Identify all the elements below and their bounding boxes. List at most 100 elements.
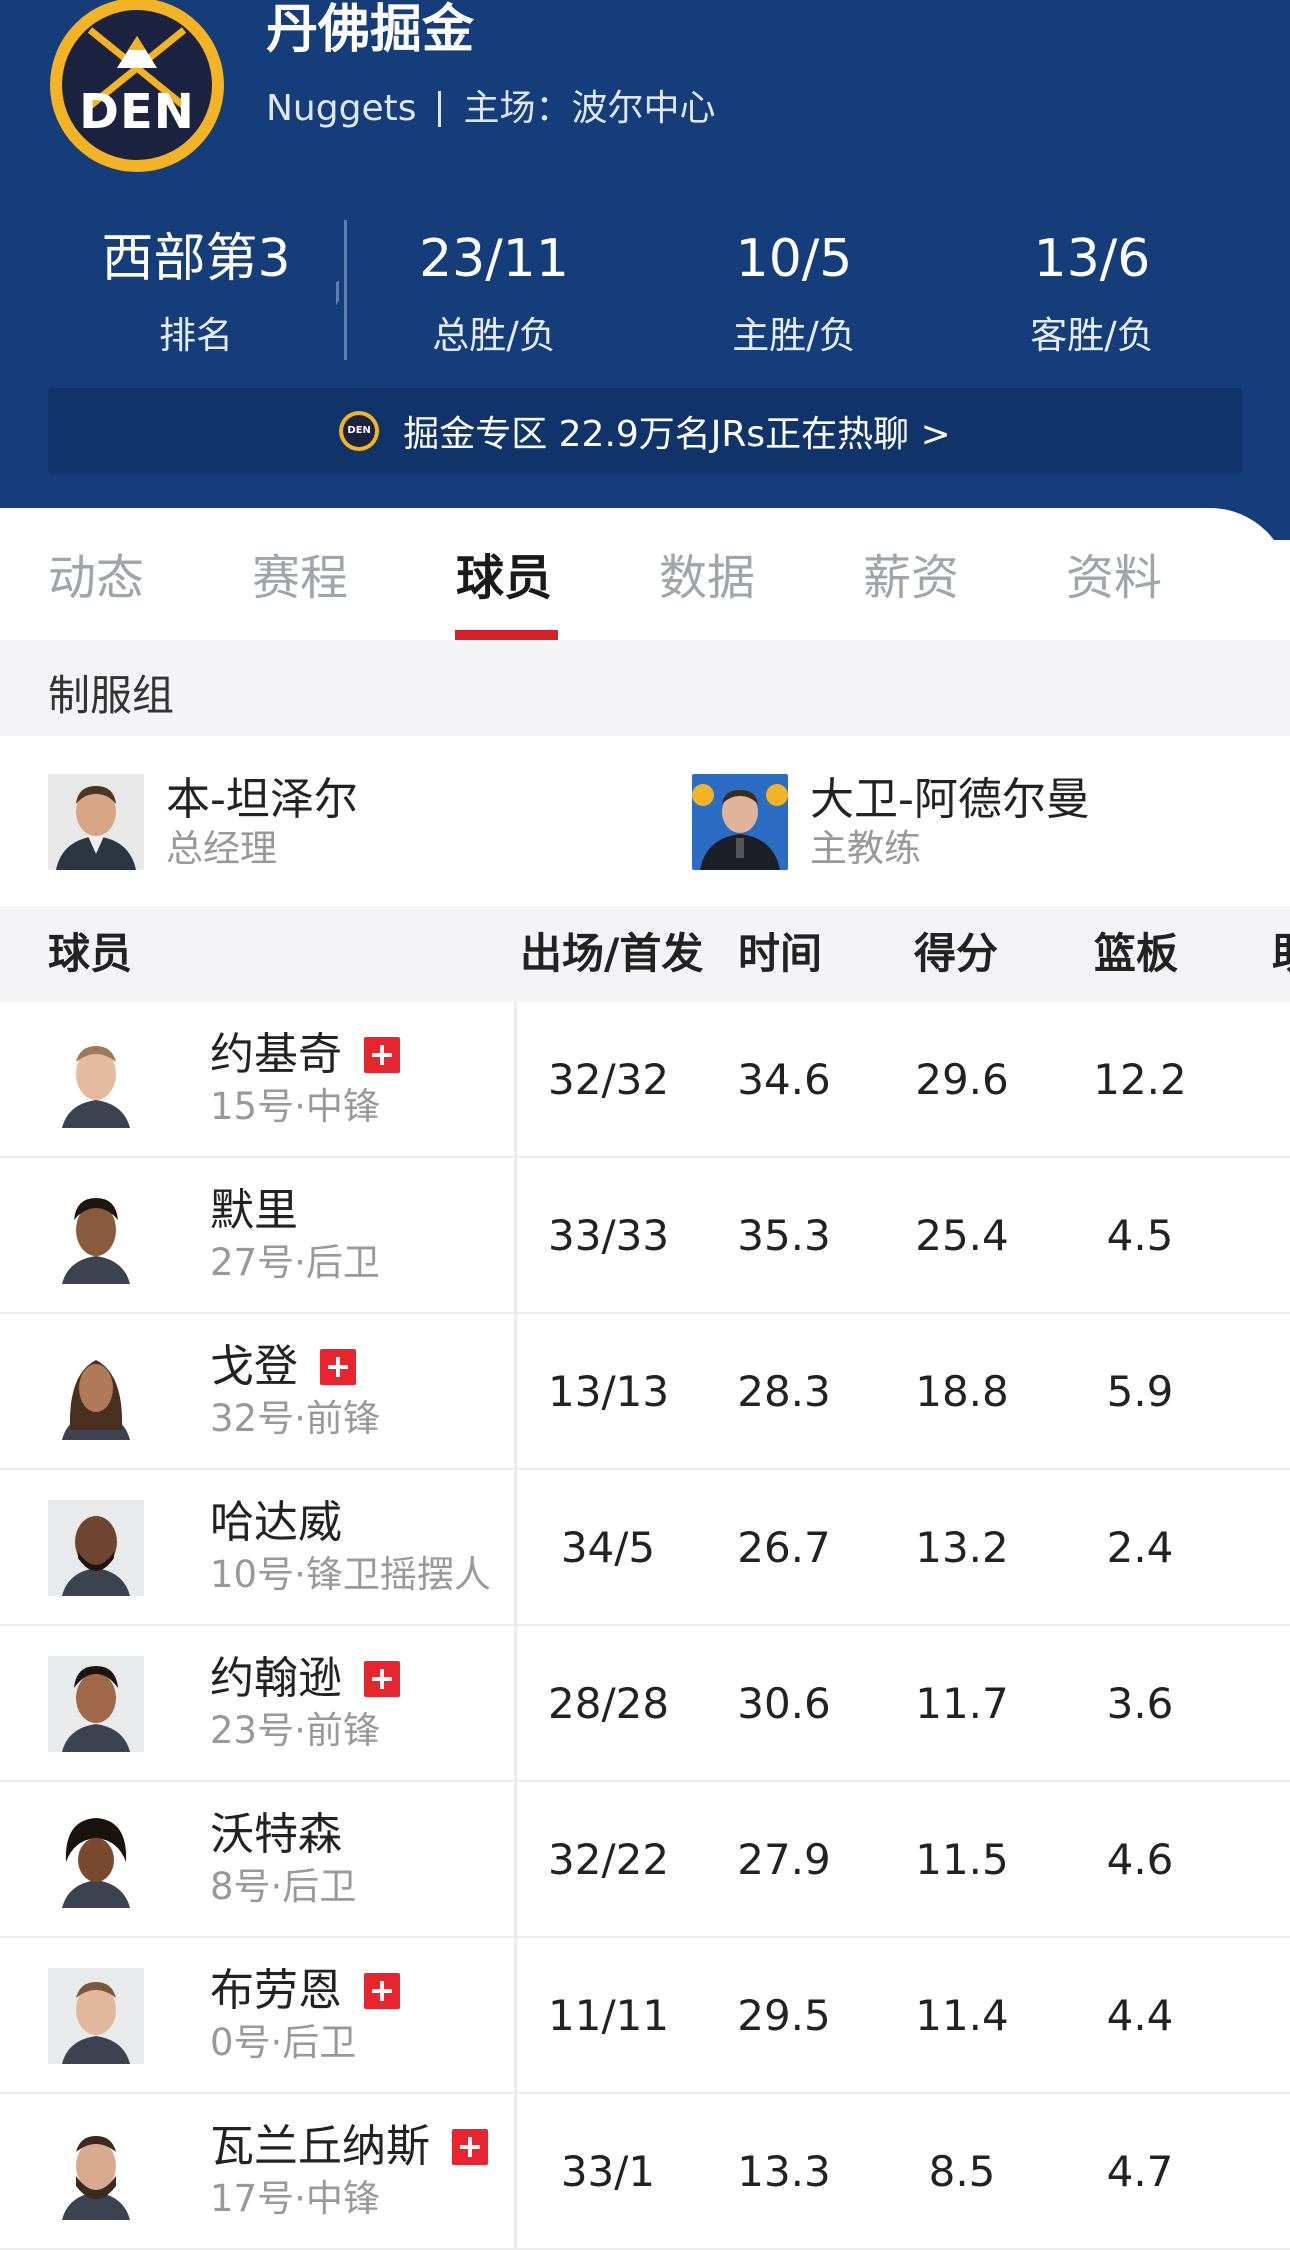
cell-minutes: 30.6 — [737, 1679, 831, 1728]
cell-rebounds: 4.4 — [1106, 1991, 1174, 2040]
table-row[interactable]: 戈登 32号·前锋 13/13 28.3 18.8 5.9 — [0, 1314, 1290, 1470]
cell-rebounds: 4.6 — [1106, 1835, 1174, 1884]
column-divider — [514, 1158, 517, 1314]
player-info: 15号·中锋 — [210, 1085, 380, 1128]
tab-players[interactable]: 球员 — [456, 538, 552, 618]
cell-points: 29.6 — [915, 1055, 1009, 1104]
cell-games: 11/11 — [548, 1991, 670, 2040]
tab-salary[interactable]: 薪资 — [863, 538, 959, 618]
header-assists[interactable]: 助 — [1272, 928, 1290, 980]
cell-minutes: 26.7 — [737, 1523, 831, 1572]
team-name: 丹佛掘金 — [266, 0, 475, 60]
staff-name: 本-坦泽尔 — [166, 774, 358, 825]
table-row[interactable]: 瓦兰丘纳斯 17号·中锋 33/1 13.3 8.5 4.7 — [0, 2094, 1290, 2250]
stat-value: 10/5 — [735, 229, 853, 289]
cell-games: 32/22 — [548, 1835, 670, 1884]
player-name: 布劳恩 — [210, 1965, 342, 2016]
player-name: 沃特森 — [210, 1809, 342, 1860]
cell-points: 11.5 — [915, 1835, 1009, 1884]
team-mini-logo-icon: DEN — [339, 411, 380, 451]
player-name: 约翰逊 — [210, 1653, 342, 1704]
stat-away: 13/6 客胜/负 — [982, 228, 1202, 360]
forum-link-text: 掘金专区 22.9万名JRs正在热聊 > — [403, 414, 951, 455]
staff-role: 总经理 — [166, 827, 277, 870]
cell-games: 33/1 — [560, 2147, 656, 2196]
staff-photo — [692, 774, 788, 870]
player-avatar — [48, 1812, 144, 1908]
header-points[interactable]: 得分 — [914, 928, 998, 980]
stat-divider — [344, 220, 347, 360]
cell-rebounds: 2.4 — [1106, 1523, 1174, 1572]
content-sheet: 动态 赛程 球员 数据 薪资 资料 制服组 本-坦泽尔 总经理 大卫-阿德尔曼 … — [0, 508, 1290, 2250]
player-info: 8号·后卫 — [210, 1865, 357, 1908]
cell-rebounds: 4.5 — [1106, 1211, 1174, 1260]
staff-member-gm[interactable]: 本-坦泽尔 总经理 — [48, 772, 358, 872]
cell-points: 25.4 — [915, 1211, 1009, 1260]
section-title: 制服组 — [48, 671, 175, 720]
injury-icon — [320, 1349, 356, 1385]
column-divider — [514, 1002, 517, 1158]
staff-member-coach[interactable]: 大卫-阿德尔曼 主教练 — [692, 772, 1090, 872]
column-divider — [514, 1938, 517, 2094]
cell-games: 34/5 — [560, 1523, 656, 1572]
cell-minutes: 35.3 — [737, 1211, 831, 1260]
cell-points: 8.5 — [928, 2147, 996, 2196]
stat-home: 10/5 主胜/负 — [684, 228, 904, 360]
cell-games: 33/33 — [548, 1211, 670, 1260]
injury-icon — [364, 1973, 400, 2009]
table-row[interactable]: 沃特森 8号·后卫 32/22 27.9 11.5 4.6 — [0, 1782, 1290, 1938]
cell-rebounds: 12.2 — [1093, 1055, 1187, 1104]
tab-news[interactable]: 动态 — [48, 538, 144, 618]
table-row[interactable]: 哈达威 10号·锋卫摇摆人 34/5 26.7 13.2 2.4 — [0, 1470, 1290, 1626]
player-info: 23号·前锋 — [210, 1709, 380, 1752]
tab-info[interactable]: 资料 — [1066, 538, 1162, 618]
divider — [438, 91, 442, 127]
header-rebounds[interactable]: 篮板 — [1094, 928, 1178, 980]
player-avatar — [48, 1188, 144, 1284]
column-divider — [514, 2094, 517, 2250]
injury-icon — [452, 2129, 488, 2165]
cell-minutes: 13.3 — [737, 2147, 831, 2196]
player-name: 约基奇 — [210, 1029, 342, 1080]
cell-rebounds: 3.6 — [1106, 1679, 1174, 1728]
player-avatar — [48, 1656, 144, 1752]
stat-label: 主胜/负 — [732, 314, 856, 357]
staff-photo — [48, 774, 144, 870]
arena-label: 主场： — [463, 88, 572, 129]
cell-points: 11.4 — [915, 1991, 1009, 2040]
injury-icon — [364, 1661, 400, 1697]
stat-value: 西部第3 — [101, 229, 291, 289]
cell-minutes: 27.9 — [737, 1835, 831, 1884]
player-info: 0号·后卫 — [210, 2021, 357, 2064]
forum-link-bar[interactable]: DEN 掘金专区 22.9万名JRs正在热聊 > — [48, 388, 1242, 474]
tab-bar: 动态 赛程 球员 数据 薪资 资料 — [0, 508, 1290, 640]
player-name: 瓦兰丘纳斯 — [210, 2121, 430, 2172]
cell-points: 11.7 — [915, 1679, 1009, 1728]
header-games[interactable]: 出场/首发 — [520, 928, 703, 980]
player-name: 哈达威 — [210, 1497, 342, 1548]
tab-schedule[interactable]: 赛程 — [252, 538, 348, 618]
cell-minutes: 28.3 — [737, 1367, 831, 1416]
team-subtitle: Nuggets 主场： 波尔中心 — [266, 84, 716, 134]
player-avatar — [48, 2124, 144, 2220]
logo-text: DEN — [79, 84, 195, 140]
header-player[interactable]: 球员 — [48, 928, 132, 980]
cell-rebounds: 4.7 — [1106, 2147, 1174, 2196]
player-avatar — [48, 1500, 144, 1596]
stat-rank: 西部第3 排名 — [86, 228, 306, 360]
cell-games: 13/13 — [548, 1367, 670, 1416]
team-english-name: Nuggets — [266, 88, 417, 129]
stat-label: 总胜/负 — [432, 314, 556, 357]
header-minutes[interactable]: 时间 — [738, 928, 822, 980]
stat-label: 排名 — [159, 314, 233, 357]
table-row[interactable]: 默里 27号·后卫 33/33 35.3 25.4 4.5 — [0, 1158, 1290, 1314]
team-header: DEN 丹佛掘金 Nuggets 主场： 波尔中心 西部第3 排名 23/11 … — [0, 0, 1290, 540]
table-row[interactable]: 布劳恩 0号·后卫 11/11 29.5 11.4 4.4 — [0, 1938, 1290, 2094]
tab-stats[interactable]: 数据 — [659, 538, 755, 618]
stat-label: 客胜/负 — [1030, 314, 1154, 357]
player-avatar — [48, 1968, 144, 2064]
table-row[interactable]: 约基奇 15号·中锋 32/32 34.6 29.6 12.2 — [0, 1002, 1290, 1158]
stat-value: 23/11 — [419, 229, 569, 289]
staff-name: 大卫-阿德尔曼 — [810, 774, 1090, 825]
table-row[interactable]: 约翰逊 23号·前锋 28/28 30.6 11.7 3.6 — [0, 1626, 1290, 1782]
